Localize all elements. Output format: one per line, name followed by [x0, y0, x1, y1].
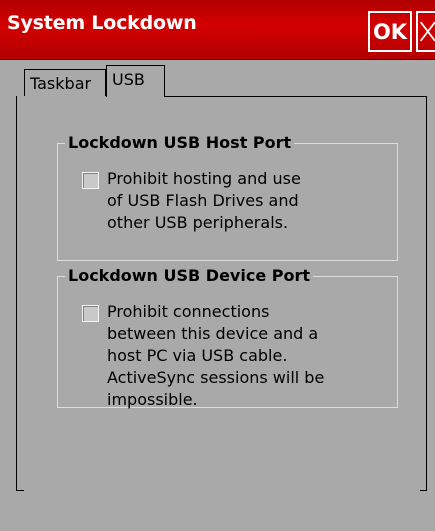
device-checkbox-row[interactable]: Prohibit connections between this device… [82, 301, 337, 411]
tab-panel-border-tick [420, 490, 427, 491]
title-bar: System Lockdown OK [0, 0, 435, 60]
tab-panel-border-tick [420, 96, 427, 97]
tab-panel-border-left [16, 96, 17, 491]
usb-device-port-group: Lockdown USB Device Port Prohibit connec… [57, 266, 398, 411]
tab-panel-border-tick [16, 490, 24, 491]
host-port-checkbox[interactable] [82, 172, 99, 189]
group-title: Lockdown USB Host Port [65, 133, 295, 152]
tab-panel-border-right [426, 96, 427, 491]
usb-host-port-group: Lockdown USB Host Port Prohibit hosting … [57, 133, 398, 261]
device-port-checkbox[interactable] [82, 305, 99, 322]
ok-button[interactable]: OK [368, 11, 412, 52]
tab-panel-border-top [165, 96, 420, 97]
device-port-checkbox-label[interactable]: Prohibit connections between this device… [107, 301, 337, 411]
host-port-checkbox-label[interactable]: Prohibit hosting and use of USB Flash Dr… [107, 168, 307, 234]
group-title: Lockdown USB Device Port [65, 266, 313, 285]
window-title: System Lockdown [7, 12, 197, 34]
tab-taskbar[interactable]: Taskbar [24, 69, 106, 96]
host-checkbox-row[interactable]: Prohibit hosting and use of USB Flash Dr… [82, 168, 307, 234]
close-button[interactable] [416, 11, 435, 52]
close-icon [419, 21, 435, 42]
tab-usb[interactable]: USB [106, 65, 165, 97]
